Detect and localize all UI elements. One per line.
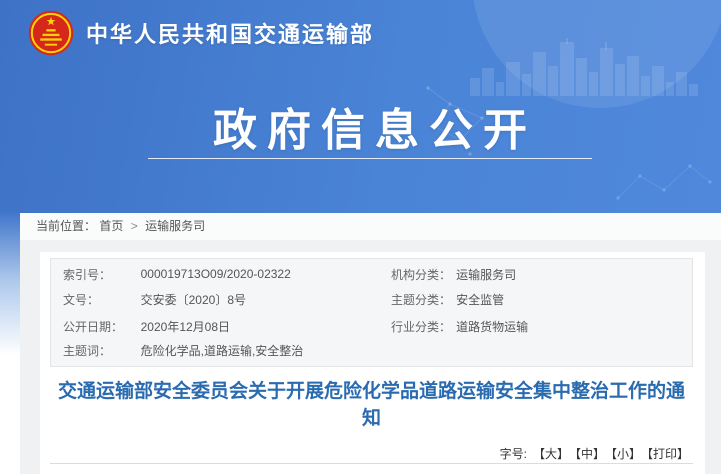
meta-value: 道路货物运输 (456, 313, 692, 340)
document-card: 索引号： 000019713O09/2020-02322 机构分类： 运输服务司… (40, 252, 705, 474)
meta-row: 文号： 交安委〔2020〕8号 主题分类： 安全监管 (51, 286, 693, 313)
site-name: 中华人民共和国交通运输部 (86, 17, 374, 49)
meta-label: 主题分类： (379, 286, 456, 313)
meta-label: 公开日期： (51, 313, 141, 340)
breadcrumb-home-link[interactable]: 首页 (99, 219, 123, 233)
meta-row: 主题词： 危险化学品,道路运输,安全整治 (51, 340, 693, 367)
font-small-button[interactable]: 【小】 (611, 447, 641, 461)
meta-row: 索引号： 000019713O09/2020-02322 机构分类： 运输服务司 (51, 259, 693, 286)
meta-label (379, 340, 456, 367)
breadcrumb: 当前位置： 首页 > 运输服务司 (20, 213, 721, 240)
meta-value: 安全监管 (456, 286, 692, 313)
meta-value (456, 340, 692, 367)
meta-row: 公开日期： 2020年12月08日 行业分类： 道路货物运输 (51, 313, 693, 340)
breadcrumb-separator: > (131, 219, 138, 233)
meta-label: 行业分类： (379, 313, 456, 340)
meta-label: 文号： (51, 286, 141, 313)
font-size-label: 字号: (500, 447, 527, 461)
meta-value: 运输服务司 (456, 259, 692, 286)
meta-value: 交安委〔2020〕8号 (141, 286, 379, 313)
font-size-controls: 字号: 【大】【中】【小】【打印】 (500, 445, 689, 462)
site-masthead: 中华人民共和国交通运输部 (28, 8, 374, 58)
meta-value: 2020年12月08日 (141, 313, 379, 340)
font-medium-button[interactable]: 【中】 (575, 447, 605, 461)
meta-table: 索引号： 000019713O09/2020-02322 机构分类： 运输服务司… (50, 258, 693, 367)
breadcrumb-label: 当前位置： (36, 219, 96, 233)
document-title: 交通运输部安全委员会关于开展危险化学品道路运输安全集中整治工作的通知 (50, 378, 693, 432)
constellation-decoration-right (612, 138, 718, 210)
content-area: 当前位置： 首页 > 运输服务司 索引号： 000019713O09/2020-… (20, 213, 721, 474)
meta-label: 主题词： (51, 340, 141, 367)
meta-value: 000019713O09/2020-02322 (141, 259, 379, 286)
breadcrumb-dept-link[interactable]: 运输服务司 (145, 219, 205, 233)
title-underline (148, 158, 592, 159)
meta-value: 危险化学品,道路运输,安全整治 (141, 340, 379, 367)
meta-label: 索引号： (51, 259, 141, 286)
font-large-button[interactable]: 【大】 (533, 447, 569, 461)
meta-label: 机构分类： (379, 259, 456, 286)
page-title: 政府信息公开 (148, 94, 592, 158)
city-skyline-icon (470, 38, 702, 96)
page: 中华人民共和国交通运输部 政府信息公开 当前位置： 首页 > 运输服务司 索引号… (0, 0, 721, 474)
banner: 中华人民共和国交通运输部 政府信息公开 (0, 0, 721, 213)
content-divider (50, 463, 693, 464)
national-emblem-icon (28, 9, 74, 57)
print-button[interactable]: 【打印】 (647, 447, 689, 461)
left-gradient-stripe (0, 213, 20, 363)
